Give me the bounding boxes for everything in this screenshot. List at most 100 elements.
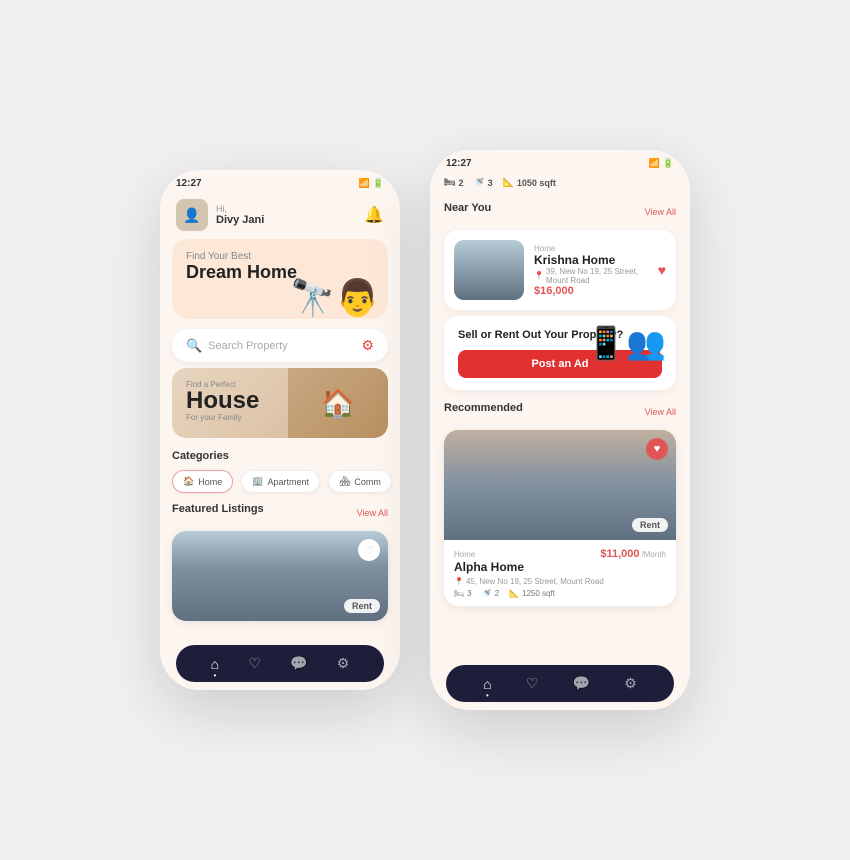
status-bar-right: 12:27 📶 🔋 [430, 150, 690, 173]
bell-icon[interactable]: 🔔 [364, 205, 384, 225]
nav-msg-right[interactable]: 💬 [573, 675, 590, 692]
rec-period: /Month [642, 550, 666, 559]
rec-name: Alpha Home [454, 560, 666, 574]
area-stat: 📐 1050 sqft [503, 177, 556, 188]
category-apartment[interactable]: 🏢 Apartment [241, 470, 320, 493]
nav-fav-right[interactable]: ♡ [526, 675, 539, 692]
near-you-title: Near You [444, 202, 491, 214]
status-bar-left: 12:27 📶 🔋 [160, 170, 400, 193]
hero-illustration: 🔭👨 [290, 277, 380, 319]
location-icon: 📍 [534, 271, 544, 280]
comm-cat-label: Comm [354, 477, 381, 487]
rec-view-all[interactable]: View All [645, 407, 676, 417]
baths-stat: 🚿 3 [473, 177, 492, 188]
filter-icon[interactable]: ⚙ [361, 337, 374, 354]
near-name: Krishna Home [534, 253, 648, 267]
right-phone: 12:27 📶 🔋 🛏 2 🚿 3 📐 1050 sqft [430, 150, 690, 710]
categories-title: Categories [172, 450, 388, 462]
rec-stats: 🛏 3 🚿 2 📐 1250 sqft [454, 589, 666, 598]
near-type: Home [534, 244, 648, 253]
find-text: Find Your Best [186, 251, 374, 262]
recommended-section: Recommended View All ♥ Rent Home $11,000 [430, 398, 690, 659]
featured-section: Featured Listings View All Rent ♡ [160, 499, 400, 639]
category-comm[interactable]: 🏘 Comm [328, 470, 392, 493]
rec-location-icon: 📍 [454, 577, 464, 586]
categories-row: 🏠 Home 🏢 Apartment 🏘 Comm [172, 470, 388, 493]
top-stats-bar: 🛏 2 🚿 3 📐 1050 sqft [430, 173, 690, 194]
rec-baths: 🚿 2 [482, 589, 499, 598]
near-address: 📍 39, New No 19, 25 Street, Mount Road [534, 267, 648, 285]
baths-value: 3 [488, 178, 493, 188]
rent-badge: Rent [344, 599, 380, 613]
user-name: Divy Jani [216, 214, 264, 226]
heart-button[interactable]: ♡ [358, 539, 380, 561]
nav-home-right[interactable]: ⌂ [483, 676, 491, 692]
area-value: 1050 sqft [517, 178, 556, 188]
user-text: Hi, Divy Jani [216, 204, 264, 226]
search-placeholder: Search Property [208, 340, 287, 352]
comm-cat-icon: 🏘 [339, 476, 350, 487]
near-view-all[interactable]: View All [645, 207, 676, 217]
rec-beds: 🛏 3 [454, 589, 472, 598]
recommended-title: Recommended [444, 402, 523, 414]
nav-favorites[interactable]: ♡ [248, 655, 261, 672]
nav-settings[interactable]: ⚙ [337, 655, 350, 672]
near-you-section: Near You View All Home Krishna Home 📍 39… [430, 194, 690, 316]
featured-header: Featured Listings View All [172, 503, 388, 523]
search-icon: 🔍 [186, 338, 202, 354]
rec-beds-icon: 🛏 [454, 589, 464, 598]
near-price: $16,000 [534, 285, 648, 297]
near-you-card[interactable]: Home Krishna Home 📍 39, New No 19, 25 St… [444, 230, 676, 310]
rec-address: 📍 45, New No 19, 25 Street, Mount Road [454, 577, 666, 586]
time-left: 12:27 [176, 178, 202, 189]
rec-card-image: ♥ Rent [444, 430, 676, 540]
apt-cat-icon: 🏢 [252, 476, 263, 487]
sell-illustration: 📱👥 [586, 324, 666, 362]
home-cat-label: Home [198, 477, 222, 487]
rec-price: $11,000 [600, 548, 639, 560]
bottom-nav-left: ⌂ ♡ 💬 ⚙ [176, 645, 384, 682]
left-phone: 12:27 📶 🔋 👤 Hi, Divy Jani 🔔 [160, 170, 400, 690]
listing-card[interactable]: Rent ♡ [172, 531, 388, 621]
rec-info: Home $11,000 /Month Alpha Home 📍 45, New… [444, 540, 676, 606]
listing-image: Rent ♡ [172, 531, 388, 621]
near-you-header: Near You View All [444, 202, 676, 222]
rec-card[interactable]: ♥ Rent Home $11,000 /Month Alpha Home [444, 430, 676, 606]
category-home[interactable]: 🏠 Home [172, 470, 233, 493]
rec-heart[interactable]: ♥ [646, 438, 668, 460]
nav-home[interactable]: ⌂ [211, 656, 219, 672]
rec-price-row: Home $11,000 /Month [454, 548, 666, 560]
bottom-nav-right: ⌂ ♡ 💬 ⚙ [446, 665, 674, 702]
nav-messages[interactable]: 💬 [290, 655, 307, 672]
rec-price-container: $11,000 /Month [600, 548, 666, 560]
apt-cat-label: Apartment [267, 477, 309, 487]
search-left: 🔍 Search Property [186, 338, 288, 354]
recommended-header: Recommended View All [444, 402, 676, 422]
beds-value: 2 [458, 178, 463, 188]
categories-section: Categories 🏠 Home 🏢 Apartment 🏘 Comm [160, 446, 400, 499]
house-promo-card[interactable]: Find a Perfect House For your Family 🏠 [172, 368, 388, 438]
sell-card: Sell or Rent Out Your Property? Post an … [444, 316, 676, 390]
rec-type: Home [454, 550, 475, 559]
near-heart[interactable]: ♥ [658, 262, 666, 278]
avatar: 👤 [176, 199, 208, 231]
near-img-bg [454, 240, 524, 300]
search-bar[interactable]: 🔍 Search Property ⚙ [172, 329, 388, 362]
hero-section: Find Your Best Dream Home 🔭👨 [172, 239, 388, 319]
house-card-image: 🏠 [288, 368, 388, 438]
beds-stat: 🛏 2 [444, 177, 463, 188]
featured-title: Featured Listings [172, 503, 264, 515]
near-you-image [454, 240, 524, 300]
status-icons-left: 📶 🔋 [359, 178, 384, 189]
rec-rent-badge: Rent [632, 518, 668, 532]
featured-view-all[interactable]: View All [357, 508, 388, 518]
greeting: Hi, [216, 204, 264, 214]
status-icons-right: 📶 🔋 [649, 158, 674, 169]
baths-icon: 🚿 [473, 177, 484, 188]
rec-area: 📐 1250 sqft [509, 589, 555, 598]
header-section: 👤 Hi, Divy Jani 🔔 [160, 193, 400, 239]
time-right: 12:27 [446, 158, 472, 169]
rec-area-icon: 📐 [509, 589, 519, 598]
nav-set-right[interactable]: ⚙ [624, 675, 637, 692]
user-info: 👤 Hi, Divy Jani [176, 199, 264, 231]
